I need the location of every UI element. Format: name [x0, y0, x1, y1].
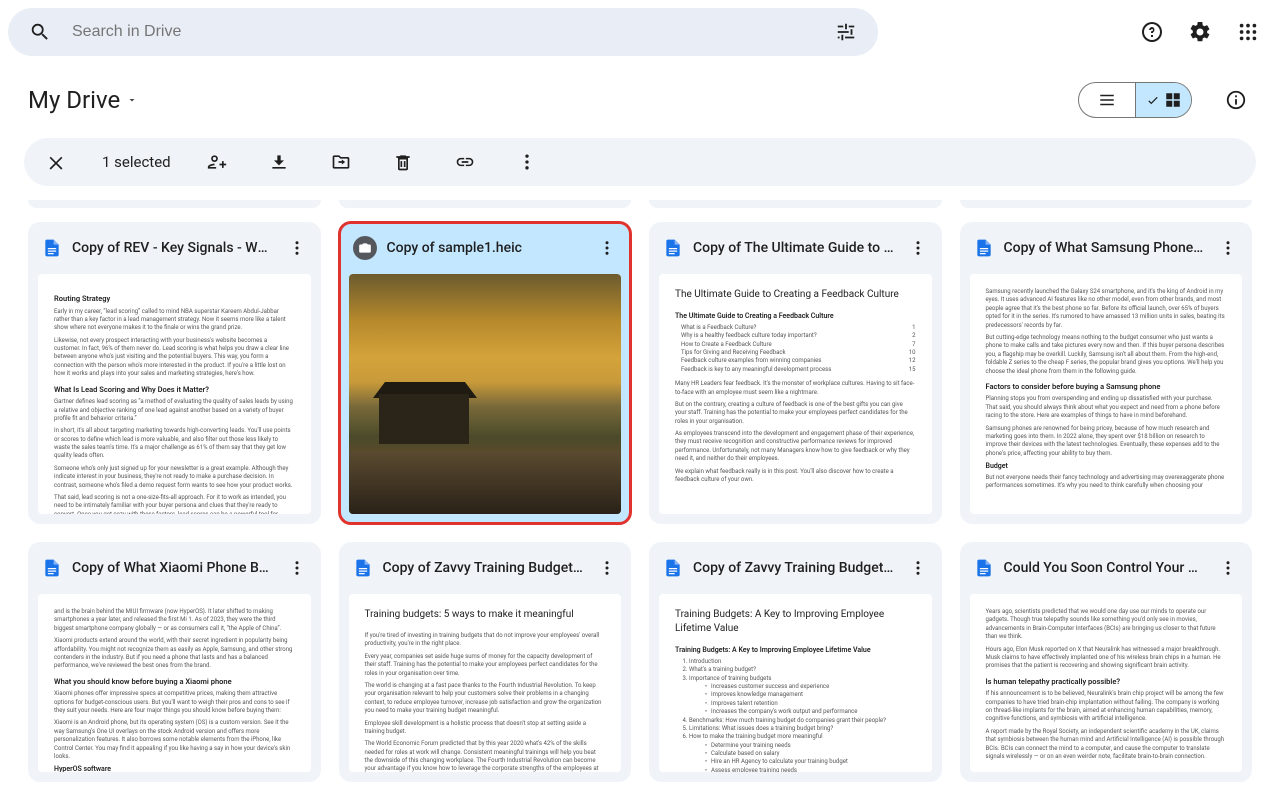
download-icon[interactable]	[259, 142, 299, 182]
list-view-button[interactable]	[1079, 83, 1135, 117]
file-title: Copy of The Ultimate Guide to Creating a…	[693, 240, 894, 256]
grid-view-button[interactable]	[1135, 83, 1191, 117]
file-thumbnail: Years ago, scientists predicted that we …	[970, 594, 1243, 772]
file-thumbnail: and is the brain behind the MIUI firmwar…	[38, 594, 311, 772]
file-more-icon[interactable]	[1214, 554, 1242, 582]
file-card[interactable]: Copy of The Ultimate Guide to Creating a…	[649, 222, 942, 524]
file-thumbnail: Routing StrategyEarly in my career, “lea…	[38, 274, 311, 514]
file-thumbnail: Training budgets: 5 ways to make it mean…	[349, 594, 622, 772]
file-more-icon[interactable]	[283, 554, 311, 582]
file-title: Could You Soon Control Your Phone With Y…	[1004, 560, 1205, 576]
file-card-stub	[649, 200, 942, 208]
delete-icon[interactable]	[383, 142, 423, 182]
file-title: Copy of sample1.heic	[387, 240, 584, 256]
apps-grid-icon[interactable]	[1228, 12, 1268, 52]
view-toggle	[1078, 82, 1192, 118]
file-card[interactable]: Copy of What Samsung Phone Buyers Should…	[960, 222, 1253, 524]
file-more-icon[interactable]	[593, 554, 621, 582]
docs-file-icon	[663, 238, 683, 258]
docs-file-icon	[353, 558, 373, 578]
help-icon[interactable]	[1132, 12, 1172, 52]
file-title: Copy of What Samsung Phone Buyers Should…	[1004, 240, 1205, 256]
share-icon[interactable]	[197, 142, 237, 182]
file-more-icon[interactable]	[283, 234, 311, 262]
docs-file-icon	[974, 558, 994, 578]
file-card[interactable]: Copy of Zavvy Training Budget Ways Traini…	[339, 542, 632, 782]
file-thumbnail: Samsung recently launched the Galaxy S24…	[970, 274, 1243, 514]
close-selection-icon[interactable]	[36, 142, 76, 182]
image-file-icon	[353, 236, 377, 260]
more-actions-icon[interactable]	[507, 142, 547, 182]
file-title: Copy of REV - Key Signals - Why Lead Sco…	[72, 240, 273, 256]
selection-toolbar: 1 selected	[24, 138, 1256, 186]
search-input[interactable]	[72, 23, 814, 41]
file-thumbnail: The Ultimate Guide to Creating a Feedbac…	[659, 274, 932, 514]
file-card-stub	[960, 200, 1253, 208]
file-thumbnail: Training Budgets: A Key to Improving Emp…	[659, 594, 932, 772]
docs-file-icon	[974, 238, 994, 258]
location-title: My Drive	[28, 86, 120, 114]
file-title: Copy of What Xiaomi Phone Buyers Should …	[72, 560, 273, 576]
link-icon[interactable]	[445, 142, 485, 182]
chevron-down-icon	[126, 94, 138, 106]
docs-file-icon	[663, 558, 683, 578]
file-more-icon[interactable]	[904, 554, 932, 582]
search-icon	[20, 12, 60, 52]
move-icon[interactable]	[321, 142, 361, 182]
file-card[interactable]: Copy of Zavvy Training Budget Improving T…	[649, 542, 942, 782]
docs-file-icon	[42, 558, 62, 578]
file-card-stub	[339, 200, 632, 208]
file-title: Copy of Zavvy Training Budget Ways	[383, 560, 584, 576]
file-thumbnail	[349, 274, 622, 514]
file-card[interactable]: Could You Soon Control Your Phone With Y…	[960, 542, 1253, 782]
file-card[interactable]: Copy of REV - Key Signals - Why Lead Sco…	[28, 222, 321, 524]
file-more-icon[interactable]	[1214, 234, 1242, 262]
file-card[interactable]: Copy of sample1.heic	[339, 222, 632, 524]
info-icon[interactable]	[1216, 80, 1256, 120]
settings-gear-icon[interactable]	[1180, 12, 1220, 52]
search-options-icon[interactable]	[826, 12, 866, 52]
file-card-stub	[28, 200, 321, 208]
file-more-icon[interactable]	[904, 234, 932, 262]
file-title: Copy of Zavvy Training Budget Improving	[693, 560, 894, 576]
location-breadcrumb[interactable]: My Drive	[28, 86, 138, 114]
docs-file-icon	[42, 238, 62, 258]
file-card[interactable]: Copy of What Xiaomi Phone Buyers Should …	[28, 542, 321, 782]
file-more-icon[interactable]	[593, 234, 621, 262]
selection-count: 1 selected	[102, 153, 171, 171]
search-bar[interactable]	[8, 8, 878, 56]
